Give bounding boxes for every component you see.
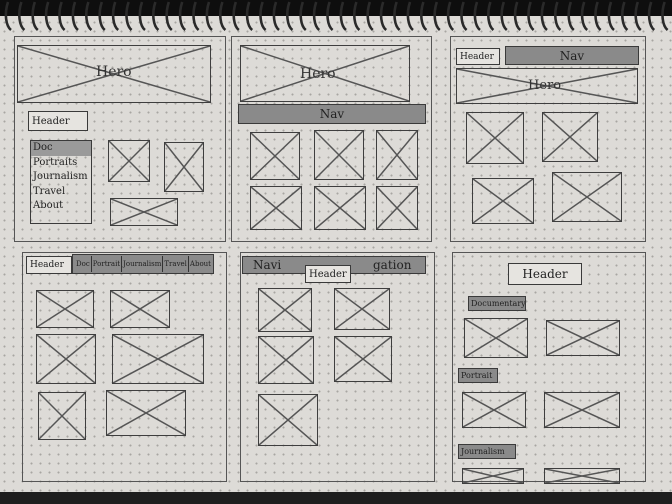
image-placeholder [36,290,94,328]
header-box: Header [26,256,72,274]
nav-label: Nav [559,48,585,63]
image-placeholder [250,186,302,230]
image-placeholder [472,178,534,224]
image-placeholder [314,186,366,230]
nav-item: Doc [75,256,92,272]
image-placeholder [38,392,86,440]
menu-item: Portraits [33,156,78,168]
image-placeholder [314,130,364,180]
image-placeholder [462,392,526,428]
image-placeholder [552,172,622,222]
spiral-binding [0,0,672,32]
nav-item: Portrait [92,256,123,272]
nav-label: Nav [319,107,345,121]
nav-item: Travel [163,256,189,272]
nav-bar: Doc Portrait Journalism Travel About [72,254,214,274]
image-placeholder [334,288,390,330]
side-menu: Doc Portraits Journalism Travel About [30,140,92,224]
image-placeholder [376,130,418,180]
image-placeholder [542,112,598,162]
image-placeholder [544,392,620,428]
image-placeholder [466,112,524,164]
section-label-documentary: Documentary [468,296,526,311]
image-placeholder [258,394,318,446]
image-placeholder [108,140,150,182]
header-label: Header [522,267,568,281]
section-label-portrait: Portrait [458,368,498,383]
image-placeholder [464,318,528,358]
page-bottom-edge [0,492,672,504]
nav-label-right: gation [373,258,412,272]
nav-bar: Nav [238,104,426,124]
image-placeholder [250,132,300,180]
nav-items: Doc Portrait Journalism Travel About [75,256,212,272]
hero-label: Hero [300,66,336,82]
header-box: Header [456,48,500,65]
header-box: Header [28,111,88,131]
header-box: Header [508,263,582,285]
hero-label: Hero [96,64,132,80]
image-placeholder [112,334,204,384]
menu-item: Doc [31,141,91,156]
nav-bar: Nav [505,46,639,65]
menu-item: Travel [33,185,66,197]
header-box: Header [305,265,351,283]
menu-item: About [33,200,64,211]
image-placeholder [110,290,170,328]
nav-label-left: Navi [253,258,282,272]
nav-item: About [189,260,211,268]
menu-item: Journalism [33,171,88,182]
image-placeholder [258,336,314,384]
image-placeholder [544,468,620,484]
image-placeholder [462,468,524,484]
image-placeholder [36,334,96,384]
image-placeholder [546,320,620,356]
image-placeholder [164,142,204,192]
image-placeholder [258,288,312,332]
image-placeholder [376,186,418,230]
nav-item: Journalism [122,256,164,272]
image-placeholder [106,390,186,436]
sketchbook-page: Hero Header Doc Portraits Journalism Tra… [0,0,672,504]
hero-label: Hero [528,78,562,93]
section-label-journalism: Journalism [458,444,516,459]
image-placeholder [110,198,178,226]
image-placeholder [334,336,392,382]
